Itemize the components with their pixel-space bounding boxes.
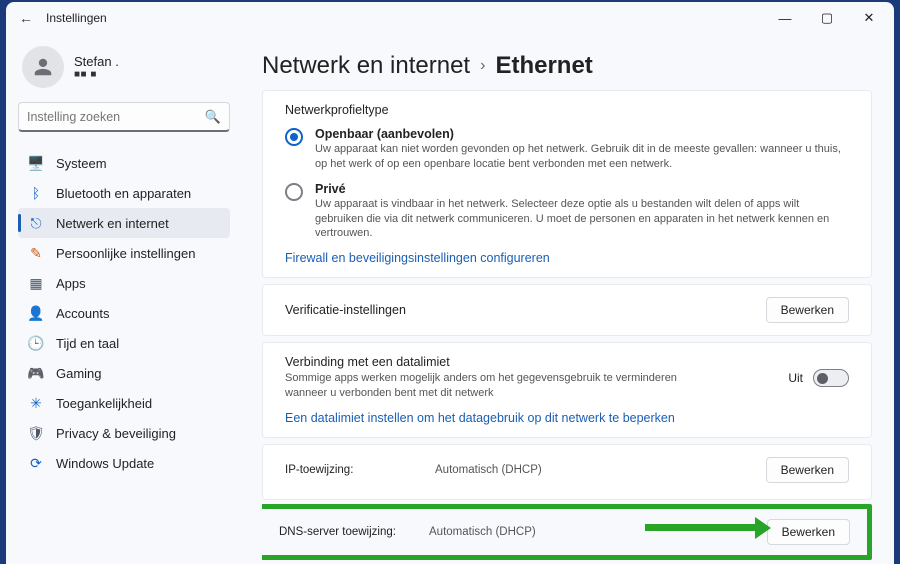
nav-label: Privacy & beveiliging (56, 426, 176, 441)
nav-label: Persoonlijke instellingen (56, 246, 195, 261)
kv-value: Automatisch (DHCP) (435, 464, 758, 476)
nav-label: Systeem (56, 156, 107, 171)
user-name: Stefan . (74, 54, 119, 69)
radio-icon (285, 128, 303, 146)
sidebar-item[interactable]: 🎮 Gaming (18, 358, 230, 388)
content-area: Netwerk en internet › Ethernet Netwerkpr… (238, 34, 894, 564)
nav-icon: ✎ (28, 245, 44, 261)
row-label: Verbinding met een datalimiet (285, 355, 788, 369)
scroll-area[interactable]: Netwerkprofieltype Openbaar (aanbevolen)… (262, 90, 872, 564)
edit-button[interactable]: Bewerken (767, 519, 850, 545)
sidebar-item[interactable]: ✎ Persoonlijke instellingen (18, 238, 230, 268)
maximize-button[interactable]: ▢ (806, 4, 848, 32)
sidebar-item[interactable]: ▦ Apps (18, 268, 230, 298)
nav-label: Tijd en taal (56, 336, 119, 351)
nav-label: Gaming (56, 366, 102, 381)
annotation-arrow (645, 517, 771, 539)
kv-key: DNS-server toewijzing: (279, 525, 429, 539)
search-box[interactable]: 🔍 (18, 102, 230, 132)
nav-icon: 🖥️ (28, 155, 44, 171)
nav-label: Netwerk en internet (56, 216, 169, 231)
kv-key: IP-toewijzing: (285, 463, 435, 477)
radio-label: Privé (315, 182, 849, 196)
close-button[interactable]: ✕ (848, 4, 890, 32)
nav-icon: 👤 (28, 305, 44, 321)
breadcrumb-current: Ethernet (495, 52, 592, 80)
radio-public[interactable]: Openbaar (aanbevolen) Uw apparaat kan ni… (285, 127, 849, 172)
nav-label: Bluetooth en apparaten (56, 186, 191, 201)
nav-icon: ▦ (28, 275, 44, 291)
nav-icon: ⟳ (28, 455, 44, 471)
search-icon: 🔍 (205, 109, 221, 125)
avatar (22, 46, 64, 88)
nav-icon: 🛡 (28, 425, 44, 441)
sidebar-item[interactable]: 🖥️ Systeem (18, 148, 230, 178)
user-sub: ■■ ■ (74, 69, 119, 80)
metered-toggle[interactable] (813, 369, 849, 387)
search-input[interactable] (27, 110, 199, 124)
sidebar-item[interactable]: 👤 Accounts (18, 298, 230, 328)
breadcrumb: Netwerk en internet › Ethernet (262, 34, 872, 90)
ip-assignment-row: IP-toewijzing: Automatisch (DHCP) Bewerk… (262, 444, 872, 500)
data-limit-link[interactable]: Een datalimiet instellen om het datagebr… (285, 411, 849, 425)
window-title: Instellingen (46, 11, 107, 25)
metered-section: Verbinding met een datalimiet Sommige ap… (262, 342, 872, 438)
nav-label: Apps (56, 276, 86, 291)
radio-label: Openbaar (aanbevolen) (315, 127, 849, 141)
user-tile[interactable]: Stefan . ■■ ■ (18, 40, 230, 102)
nav-icon: ᛒ (28, 185, 44, 201)
sidebar-item[interactable]: 🕒 Tijd en taal (18, 328, 230, 358)
nav-list: 🖥️ Systeem ᛒ Bluetooth en apparaten ⎋ Netwerk… (18, 148, 230, 478)
edit-button[interactable]: Bewerken (766, 297, 849, 323)
firewall-link[interactable]: Firewall en beveiligingsinstellingen con… (285, 251, 849, 265)
radio-desc: Uw apparaat is vindbaar in het netwerk. … (315, 197, 849, 242)
section-heading: Netwerkprofieltype (285, 103, 849, 117)
radio-private[interactable]: Privé Uw apparaat is vindbaar in het net… (285, 182, 849, 242)
toggle-state-label: Uit (788, 371, 803, 385)
row-label: Verificatie-instellingen (285, 303, 766, 317)
nav-label: Windows Update (56, 456, 154, 471)
edit-button[interactable]: Bewerken (766, 457, 849, 483)
nav-icon: 🎮 (28, 365, 44, 381)
nav-icon: ✳ (28, 395, 44, 411)
sidebar-item[interactable]: ⎋ Netwerk en internet (18, 208, 230, 238)
sidebar-item[interactable]: ✳ Toegankelijkheid (18, 388, 230, 418)
network-profile-section: Netwerkprofieltype Openbaar (aanbevolen)… (262, 90, 872, 278)
radio-desc: Uw apparaat kan niet worden gevonden op … (315, 142, 849, 172)
sidebar: Stefan . ■■ ■ 🔍 🖥️ Systeem ᛒ Bluetooth en a… (6, 34, 238, 564)
dns-highlight: DNS-server toewijzing: Automatisch (DHCP… (262, 504, 872, 560)
nav-label: Accounts (56, 306, 109, 321)
nav-label: Toegankelijkheid (56, 396, 152, 411)
radio-icon (285, 183, 303, 201)
back-button[interactable]: ← (10, 10, 42, 26)
verification-row: Verificatie-instellingen Bewerken (262, 284, 872, 336)
breadcrumb-parent[interactable]: Netwerk en internet (262, 52, 470, 80)
titlebar: ← Instellingen — ▢ ✕ (6, 2, 894, 34)
row-desc: Sommige apps werken mogelijk anders om h… (285, 371, 705, 401)
nav-icon: ⎋ (28, 215, 44, 231)
minimize-button[interactable]: — (764, 4, 806, 32)
sidebar-item[interactable]: ᛒ Bluetooth en apparaten (18, 178, 230, 208)
settings-window: ← Instellingen — ▢ ✕ Stefan . ■■ ■ 🔍 🖥️ S… (6, 2, 894, 564)
chevron-right-icon: › (480, 57, 485, 75)
nav-icon: 🕒 (28, 335, 44, 351)
sidebar-item[interactable]: 🛡 Privacy & beveiliging (18, 418, 230, 448)
sidebar-item[interactable]: ⟳ Windows Update (18, 448, 230, 478)
person-icon (32, 56, 54, 78)
